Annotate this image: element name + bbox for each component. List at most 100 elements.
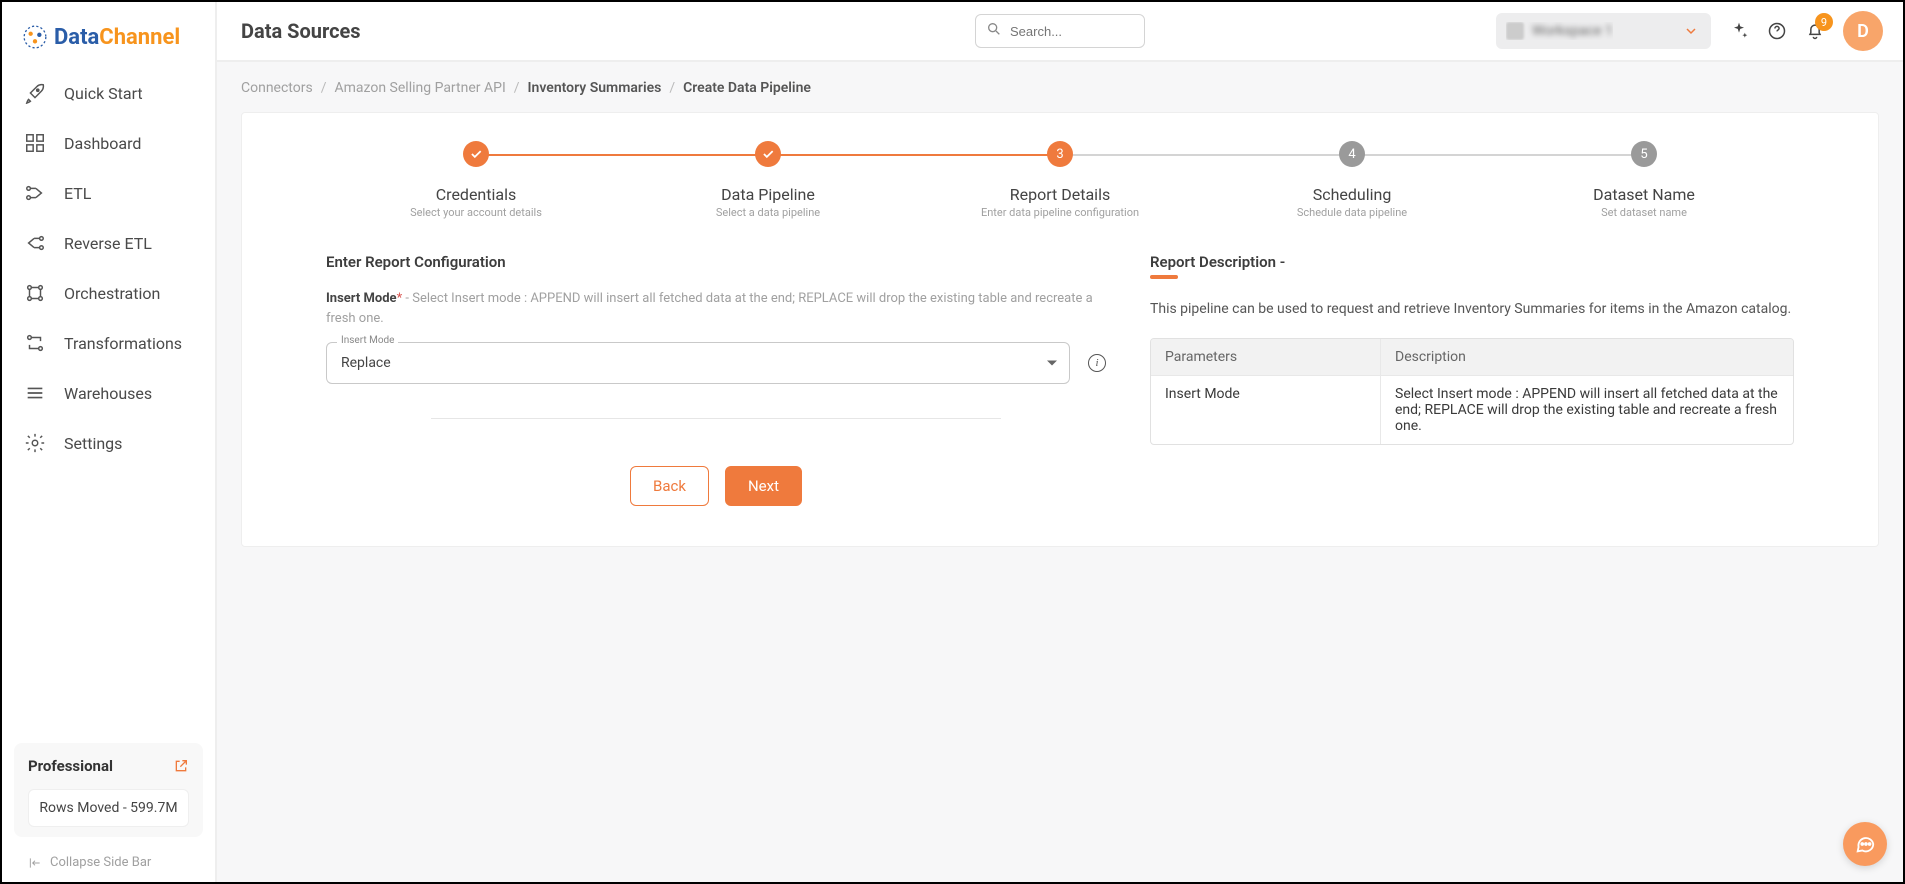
step-sub: Set dataset name xyxy=(1601,206,1687,219)
step-report-details[interactable]: 3 Report Details Enter data pipeline con… xyxy=(914,141,1206,219)
sidebar-item-orchestration[interactable]: Orchestration xyxy=(14,272,203,314)
search-icon xyxy=(986,21,1002,41)
step-sub: Select a data pipeline xyxy=(716,206,820,219)
sidebar: DataChannel Quick Start Dashboard ETL xyxy=(2,2,217,882)
rocket-icon xyxy=(24,82,46,104)
rows-moved-pill: Rows Moved - 599.7M xyxy=(28,789,189,827)
back-button[interactable]: Back xyxy=(630,466,709,506)
sidebar-item-label: Quick Start xyxy=(64,84,143,103)
step-number: 5 xyxy=(1631,141,1657,167)
avatar-letter: D xyxy=(1857,21,1869,42)
warehouses-icon xyxy=(24,382,46,404)
sidebar-item-dashboard[interactable]: Dashboard xyxy=(14,122,203,164)
orchestration-icon xyxy=(24,282,46,304)
dropdown-float-label: Insert Mode xyxy=(337,335,398,346)
step-title: Data Pipeline xyxy=(721,185,815,204)
breadcrumb-current: Create Data Pipeline xyxy=(683,80,811,96)
parameters-table: Parameters Description Insert Mode Selec… xyxy=(1150,338,1794,445)
external-link-icon[interactable] xyxy=(173,758,189,774)
breadcrumb-report[interactable]: Inventory Summaries xyxy=(528,80,662,96)
sparkle-icon[interactable] xyxy=(1729,21,1749,41)
step-data-pipeline[interactable]: Data Pipeline Select a data pipeline xyxy=(622,141,914,219)
sidebar-item-label: Dashboard xyxy=(64,134,141,153)
workspace-label: Workspace 1 xyxy=(1532,23,1613,39)
step-title: Dataset Name xyxy=(1593,185,1695,204)
sidebar-item-label: Orchestration xyxy=(64,284,160,303)
report-description-text: This pipeline can be used to request and… xyxy=(1150,299,1794,320)
sidebar-item-label: Warehouses xyxy=(64,384,152,403)
sidebar-item-reverse-etl[interactable]: Reverse ETL xyxy=(14,222,203,264)
insert-mode-hint: - Select Insert mode : APPEND will inser… xyxy=(326,291,1093,326)
collapse-sidebar-button[interactable]: Collapse Side Bar xyxy=(14,847,203,874)
avatar[interactable]: D xyxy=(1843,11,1883,51)
logo[interactable]: DataChannel xyxy=(14,14,203,72)
dashboard-icon xyxy=(24,132,46,154)
logo-mark-icon xyxy=(22,24,48,50)
sidebar-item-etl[interactable]: ETL xyxy=(14,172,203,214)
plan-card: Professional Rows Moved - 599.7M xyxy=(14,743,203,837)
step-number: 4 xyxy=(1339,141,1365,167)
step-scheduling[interactable]: 4 Scheduling Schedule data pipeline xyxy=(1206,141,1498,219)
insert-mode-dropdown[interactable]: Insert Mode Replace xyxy=(326,342,1070,384)
dropdown-value: Replace xyxy=(341,355,391,371)
report-description-panel: Report Description - This pipeline can b… xyxy=(1150,253,1794,506)
sidebar-nav: Quick Start Dashboard ETL Reverse ETL Or… xyxy=(14,72,203,464)
logo-text: DataChannel xyxy=(54,25,180,50)
breadcrumb-connectors[interactable]: Connectors xyxy=(241,80,313,96)
page-title: Data Sources xyxy=(241,19,361,43)
topbar: Data Sources Workspace 1 xyxy=(217,2,1903,62)
sidebar-item-label: Settings xyxy=(64,434,122,453)
table-row: Insert Mode Select Insert mode : APPEND … xyxy=(1151,375,1793,444)
table-cell: Select Insert mode : APPEND will insert … xyxy=(1381,376,1793,444)
table-header-cell: Parameters xyxy=(1151,339,1381,375)
collapse-label: Collapse Side Bar xyxy=(50,855,151,870)
table-header: Parameters Description xyxy=(1151,339,1793,375)
step-sub: Select your account details xyxy=(410,206,542,219)
workspace-icon xyxy=(1506,22,1524,40)
notification-count-badge: 9 xyxy=(1815,13,1833,31)
sidebar-item-quick-start[interactable]: Quick Start xyxy=(14,72,203,114)
section-heading: Enter Report Configuration xyxy=(326,253,1106,271)
sidebar-item-label: ETL xyxy=(64,184,91,203)
breadcrumb: Connectors / Amazon Selling Partner API … xyxy=(217,62,1903,112)
step-sub: Enter data pipeline configuration xyxy=(981,206,1139,219)
insert-mode-label: Insert Mode* xyxy=(326,291,405,306)
accent-underline xyxy=(1150,275,1178,279)
reverse-etl-icon xyxy=(24,232,46,254)
search-input[interactable] xyxy=(1008,23,1134,40)
step-title: Scheduling xyxy=(1313,185,1392,204)
info-icon[interactable]: i xyxy=(1088,354,1106,372)
chat-fab[interactable] xyxy=(1843,822,1887,866)
sidebar-item-warehouses[interactable]: Warehouses xyxy=(14,372,203,414)
sidebar-item-label: Transformations xyxy=(64,334,182,353)
help-icon[interactable] xyxy=(1767,21,1787,41)
breadcrumb-source[interactable]: Amazon Selling Partner API xyxy=(335,80,506,96)
table-cell: Insert Mode xyxy=(1151,376,1381,444)
next-button[interactable]: Next xyxy=(725,466,802,506)
sidebar-item-settings[interactable]: Settings xyxy=(14,422,203,464)
step-number: 3 xyxy=(1047,141,1073,167)
step-credentials[interactable]: Credentials Select your account details xyxy=(330,141,622,219)
table-header-cell: Description xyxy=(1381,339,1793,375)
collapse-icon xyxy=(28,856,42,870)
wizard-card: Credentials Select your account details … xyxy=(241,112,1879,547)
step-dataset-name[interactable]: 5 Dataset Name Set dataset name xyxy=(1498,141,1790,219)
divider xyxy=(431,418,1001,419)
main: Data Sources Workspace 1 xyxy=(217,2,1903,882)
notification-bell[interactable]: 9 xyxy=(1805,21,1825,41)
sidebar-item-transformations[interactable]: Transformations xyxy=(14,322,203,364)
report-description-title: Report Description - xyxy=(1150,253,1794,271)
plan-title: Professional xyxy=(28,757,113,775)
step-title: Report Details xyxy=(1010,185,1110,204)
chevron-down-icon xyxy=(1683,23,1699,39)
etl-icon xyxy=(24,182,46,204)
workspace-dropdown[interactable]: Workspace 1 xyxy=(1496,13,1711,49)
config-form: Enter Report Configuration Insert Mode* … xyxy=(326,253,1106,506)
step-sub: Schedule data pipeline xyxy=(1297,206,1407,219)
step-title: Credentials xyxy=(436,185,517,204)
sidebar-item-label: Reverse ETL xyxy=(64,234,152,253)
gear-icon xyxy=(24,432,46,454)
search-box[interactable] xyxy=(975,14,1145,48)
caret-down-icon xyxy=(1047,361,1057,366)
stepper: Credentials Select your account details … xyxy=(270,141,1850,219)
